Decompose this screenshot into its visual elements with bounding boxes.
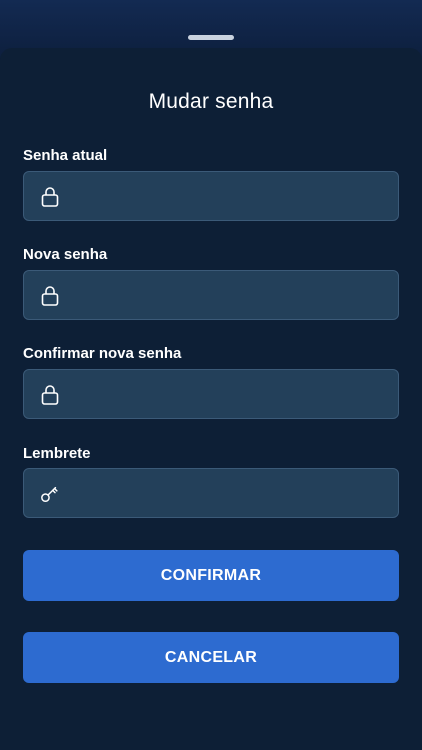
screen: Mudar senha Senha atual Nova senha Confi… — [0, 0, 422, 750]
current-password-field[interactable] — [23, 171, 399, 222]
hint-field[interactable] — [23, 468, 399, 519]
confirm-button[interactable]: CONFIRMAR — [23, 550, 399, 601]
new-password-label: Nova senha — [23, 246, 108, 263]
key-icon — [41, 486, 58, 502]
new-password-input[interactable] — [74, 271, 394, 321]
confirm-password-input[interactable] — [74, 370, 394, 420]
sheet-title: Mudar senha — [148, 90, 274, 113]
hint-input[interactable] — [74, 469, 394, 519]
sheet-grab-handle[interactable] — [188, 35, 234, 40]
lock-icon — [41, 187, 59, 207]
hint-label: Lembrete — [23, 445, 91, 462]
confirm-password-field[interactable] — [23, 369, 399, 420]
lock-icon — [41, 286, 59, 306]
current-password-label: Senha atual — [23, 147, 108, 164]
current-password-input[interactable] — [74, 172, 394, 222]
lock-icon — [41, 385, 59, 405]
new-password-field[interactable] — [23, 270, 399, 321]
cancel-button[interactable]: CANCELAR — [23, 632, 399, 683]
confirm-password-label: Confirmar nova senha — [23, 345, 182, 362]
